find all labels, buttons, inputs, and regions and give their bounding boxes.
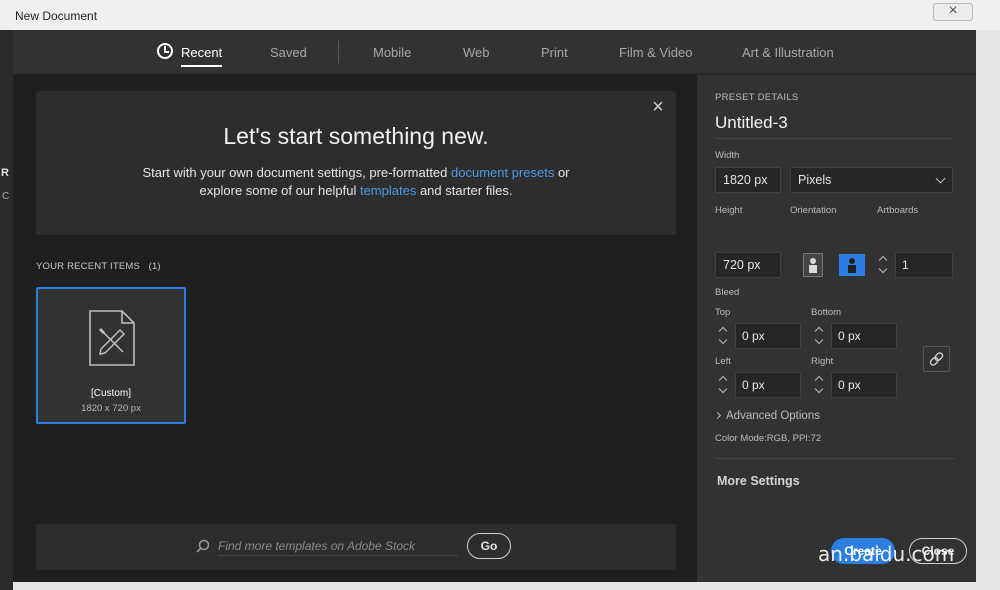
bleed-left-label: Left — [715, 356, 731, 367]
title-bar: New Document — [0, 0, 1000, 30]
advanced-options-label: Advanced Options — [726, 410, 820, 422]
active-tab-underline — [181, 65, 223, 67]
recent-items-heading: YOUR RECENT ITEMS (1) — [36, 261, 161, 272]
app-window: New Document R C Recent Saved Mobile Web… — [0, 0, 1000, 590]
bleed-right-label: Right — [811, 356, 834, 367]
recent-item-name: [Custom] — [90, 388, 131, 399]
stock-search-input[interactable] — [218, 536, 458, 556]
chevron-right-icon — [713, 411, 722, 420]
tab-recent[interactable]: Recent — [181, 45, 223, 67]
artboards-label: Artboards — [877, 205, 919, 216]
welcome-text-part: explore some of our helpful — [199, 183, 360, 198]
background-text-c: C — [2, 191, 10, 202]
units-select-value: Pixels — [798, 173, 832, 187]
bleed-top-input[interactable]: 0 px — [735, 323, 801, 349]
width-input[interactable]: 1820 px — [715, 167, 781, 193]
landscape-orientation-button[interactable] — [839, 254, 865, 276]
recent-items-count: (1) — [148, 261, 161, 272]
tab-film-video[interactable]: Film & Video — [619, 45, 692, 60]
window-title: New Document — [15, 9, 98, 23]
link-bleed-button[interactable] — [923, 346, 950, 372]
window-close-button[interactable] — [933, 2, 973, 21]
tab-saved[interactable]: Saved — [270, 45, 307, 60]
tab-recent-label: Recent — [181, 45, 223, 60]
units-select[interactable]: Pixels — [790, 167, 953, 193]
portrait-person-icon — [810, 258, 816, 264]
artboards-stepper[interactable] — [877, 252, 891, 278]
height-label: Height — [715, 205, 743, 216]
link-icon — [929, 352, 944, 366]
bleed-right-input[interactable]: 0 px — [831, 372, 897, 398]
landscape-person-icon — [849, 258, 855, 264]
bleed-top-label: Top — [715, 307, 731, 318]
bleed-bottom-stepper[interactable] — [813, 323, 827, 349]
portrait-person-body — [809, 265, 817, 273]
tab-art-illustration[interactable]: Art & Illustration — [742, 45, 834, 60]
tab-web[interactable]: Web — [463, 45, 490, 60]
panel-divider — [715, 458, 955, 459]
background-text-r: R — [1, 167, 9, 179]
document-presets-link[interactable]: document presets — [451, 165, 554, 180]
width-label: Width — [715, 150, 740, 161]
orientation-label: Orientation — [790, 205, 837, 216]
tab-print[interactable]: Print — [541, 45, 568, 60]
welcome-text-part: Start with your own document settings, p… — [142, 165, 451, 180]
artboards-input[interactable]: 1 — [895, 252, 953, 278]
more-settings-button[interactable]: More Settings — [717, 474, 800, 488]
welcome-banner: × Let's start something new. Start with … — [36, 91, 676, 235]
templates-link[interactable]: templates — [360, 183, 416, 198]
bleed-bottom-label: Bottom — [811, 307, 842, 318]
category-tabs: Recent Saved Mobile Web Print Film & Vid… — [13, 30, 976, 74]
bleed-label: Bleed — [715, 287, 740, 298]
stock-search-bar: Go — [36, 524, 676, 570]
document-name-field[interactable]: Untitled-3 — [715, 113, 951, 139]
bleed-right-stepper[interactable] — [813, 372, 827, 398]
chevron-down-icon — [935, 173, 946, 184]
document-icon — [89, 310, 135, 366]
bleed-top-stepper[interactable] — [717, 323, 731, 349]
tab-divider — [338, 41, 339, 63]
search-icon — [196, 539, 210, 553]
close-icon[interactable]: × — [650, 97, 666, 117]
height-input[interactable]: 720 px — [715, 252, 781, 278]
go-button[interactable]: Go — [467, 533, 511, 559]
clock-icon — [157, 43, 173, 59]
background-app-sliver: R C — [0, 30, 13, 590]
advanced-options-toggle[interactable]: Advanced Options — [713, 410, 820, 422]
bleed-left-stepper[interactable] — [717, 372, 731, 398]
welcome-text: Start with your own document settings, p… — [36, 164, 676, 200]
recent-item-card[interactable]: [Custom] 1820 x 720 px — [36, 287, 186, 424]
main-content: × Let's start something new. Start with … — [13, 75, 697, 582]
new-document-dialog: Recent Saved Mobile Web Print Film & Vid… — [13, 30, 976, 582]
bleed-left-input[interactable]: 0 px — [735, 372, 801, 398]
welcome-title: Let's start something new. — [223, 123, 489, 149]
tab-mobile[interactable]: Mobile — [373, 45, 411, 60]
landscape-person-body — [848, 265, 856, 273]
preset-details-panel: PRESET DETAILS Untitled-3 Width 1820 px … — [697, 75, 976, 582]
bleed-bottom-input[interactable]: 0 px — [831, 323, 897, 349]
watermark-text: an.baidu.com — [818, 542, 955, 566]
welcome-text-part: and starter files. — [416, 183, 513, 198]
recent-items-label: YOUR RECENT ITEMS — [36, 261, 141, 272]
portrait-orientation-button[interactable] — [803, 253, 823, 277]
welcome-text-part: or — [554, 165, 570, 180]
recent-item-size: 1820 x 720 px — [81, 403, 141, 414]
color-mode-info: Color Mode:RGB, PPI:72 — [715, 433, 822, 444]
preset-details-heading: PRESET DETAILS — [715, 92, 799, 103]
